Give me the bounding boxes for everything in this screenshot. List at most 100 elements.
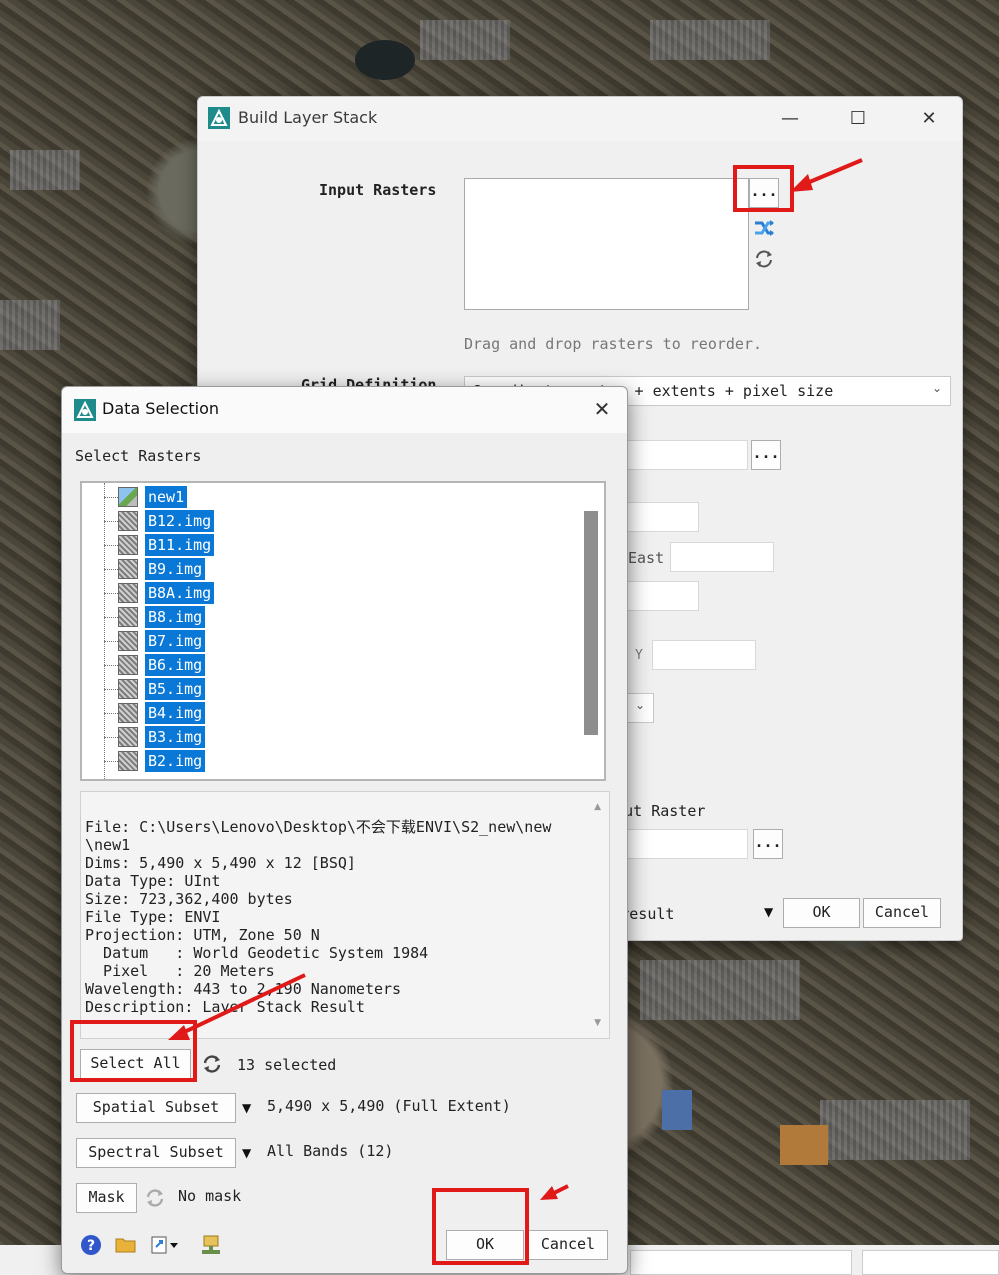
tree-row[interactable]: B12.img <box>82 509 604 533</box>
tree-branch-line <box>104 641 118 642</box>
tree-row[interactable]: B7.img <box>82 629 604 653</box>
background-lake <box>355 40 415 80</box>
tree-row[interactable]: B11.img <box>82 533 604 557</box>
raster-name[interactable]: B2.img <box>145 750 206 772</box>
tree-row[interactable]: B6.img <box>82 653 604 677</box>
envi-app-icon <box>208 107 230 129</box>
tree-scrollbar-thumb[interactable] <box>584 511 598 735</box>
taskbar-field <box>630 1250 852 1275</box>
pixel-y-label: Y <box>635 648 643 663</box>
raster-band-icon <box>118 751 138 771</box>
ok-button[interactable]: OK <box>783 898 860 928</box>
raster-band-icon <box>118 679 138 699</box>
output-raster-browse-button[interactable]: ... <box>753 829 783 859</box>
minimize-button[interactable]: — <box>776 105 804 133</box>
caret-down-icon[interactable]: ▼ <box>242 1146 251 1160</box>
tree-row[interactable]: B3.img <box>82 725 604 749</box>
mask-button[interactable]: Mask <box>76 1183 137 1213</box>
raster-band-icon <box>118 535 138 555</box>
pixel-size-y-field[interactable] <box>652 640 756 670</box>
raster-name[interactable]: B8A.img <box>145 582 215 604</box>
east-label: East <box>628 549 665 567</box>
coordinate-system-field[interactable] <box>618 440 748 470</box>
tree-branch-line <box>104 569 118 570</box>
tree-branch-line <box>104 761 118 762</box>
raster-name[interactable]: B12.img <box>145 510 215 532</box>
spatial-subset-value: 5,490 x 5,490 (Full Extent) <box>267 1097 511 1115</box>
raster-name[interactable]: B11.img <box>145 534 215 556</box>
background-roof <box>780 1125 828 1165</box>
raster-name[interactable]: B5.img <box>145 678 206 700</box>
info-line: Projection: UTM, Zone 50 N <box>85 926 320 944</box>
chevron-down-icon: ⌄ <box>634 698 645 712</box>
info-line: Data Type: UInt <box>85 872 221 890</box>
spatial-subset-button[interactable]: Spatial Subset <box>76 1093 236 1123</box>
info-line: File Type: ENVI <box>85 908 221 926</box>
network-icon[interactable] <box>200 1234 222 1256</box>
background-patch <box>0 300 60 350</box>
output-raster-field[interactable] <box>618 829 748 859</box>
tree-branch-line <box>104 713 118 714</box>
title-bar[interactable]: Data Selection ✕ <box>62 387 627 433</box>
caret-down-icon[interactable]: ▼ <box>242 1101 251 1115</box>
refresh-icon[interactable] <box>753 248 775 270</box>
raster-name[interactable]: B8.img <box>145 606 206 628</box>
raster-name[interactable]: B7.img <box>145 630 206 652</box>
background-patch <box>10 150 80 190</box>
tree-row[interactable]: B8.img <box>82 605 604 629</box>
extent-west-field[interactable] <box>618 502 699 532</box>
raster-name[interactable]: B4.img <box>145 702 206 724</box>
tree-branch-line <box>104 665 118 666</box>
raster-band-icon <box>118 583 138 603</box>
dialog-title: Data Selection <box>102 399 220 418</box>
scroll-up-icon[interactable]: ▲ <box>594 798 601 816</box>
shuffle-icon[interactable] <box>753 217 775 239</box>
info-line: Dims: 5,490 x 5,490 x 12 [BSQ] <box>85 854 356 872</box>
coordinate-system-browse-button[interactable]: ... <box>751 440 781 470</box>
cancel-button[interactable]: Cancel <box>528 1230 608 1260</box>
close-button[interactable]: ✕ <box>915 105 943 133</box>
tree-row[interactable]: new1 <box>82 485 604 509</box>
raster-tree[interactable]: new1 B12.img B11.img B9.img B8A.img B8.i… <box>80 481 606 781</box>
tree-branch-line <box>104 593 118 594</box>
tree-row[interactable]: B5.img <box>82 677 604 701</box>
open-folder-icon[interactable] <box>115 1234 137 1256</box>
input-rasters-label: Input Rasters <box>319 181 437 199</box>
raster-info-panel: File: C:\Users\Lenovo\Desktop\不会下载ENVI\S… <box>80 791 610 1039</box>
tree-row[interactable]: B9.img <box>82 557 604 581</box>
background-patch <box>420 20 510 60</box>
info-line: Pixel : 20 Meters <box>85 962 275 980</box>
maximize-button[interactable]: ☐ <box>844 105 872 133</box>
mask-value: No mask <box>178 1187 242 1205</box>
info-line: Datum : World Geodetic System 1984 <box>85 944 429 962</box>
envi-app-icon <box>74 399 96 421</box>
cancel-button[interactable]: Cancel <box>863 898 941 928</box>
refresh-icon[interactable] <box>201 1053 223 1075</box>
spectral-subset-button[interactable]: Spectral Subset <box>76 1138 236 1168</box>
close-button[interactable]: ✕ <box>588 395 616 423</box>
scroll-down-icon[interactable]: ▼ <box>594 1014 601 1032</box>
select-rasters-label: Select Rasters <box>75 447 202 465</box>
tree-row[interactable]: B2.img <box>82 749 604 773</box>
raster-name[interactable]: B3.img <box>145 726 206 748</box>
refresh-icon[interactable] <box>144 1187 166 1209</box>
extent-east-field[interactable] <box>670 542 774 572</box>
window-title: Build Layer Stack <box>238 108 378 127</box>
help-icon[interactable]: ? <box>80 1234 102 1256</box>
tree-row[interactable]: B8A.img <box>82 581 604 605</box>
raster-band-icon <box>118 727 138 747</box>
chevron-down-icon: ⌄ <box>931 381 942 395</box>
raster-name[interactable]: B9.img <box>145 558 206 580</box>
spectral-subset-value: All Bands (12) <box>267 1142 394 1160</box>
title-bar[interactable]: Build Layer Stack — ☐ ✕ <box>198 97 962 141</box>
open-menu-icon[interactable] <box>150 1234 180 1256</box>
caret-down-icon[interactable]: ▼ <box>764 905 773 919</box>
data-selection-dialog: Data Selection ✕ Select Rasters new1 B12… <box>61 386 628 1274</box>
background-patch <box>640 960 800 1020</box>
input-rasters-list[interactable] <box>464 178 749 310</box>
raster-name[interactable]: new1 <box>145 486 188 508</box>
raster-name[interactable]: B6.img <box>145 654 206 676</box>
tree-row[interactable]: B4.img <box>82 701 604 725</box>
svg-text:?: ? <box>87 1238 95 1254</box>
extent-south-field[interactable] <box>618 581 699 611</box>
